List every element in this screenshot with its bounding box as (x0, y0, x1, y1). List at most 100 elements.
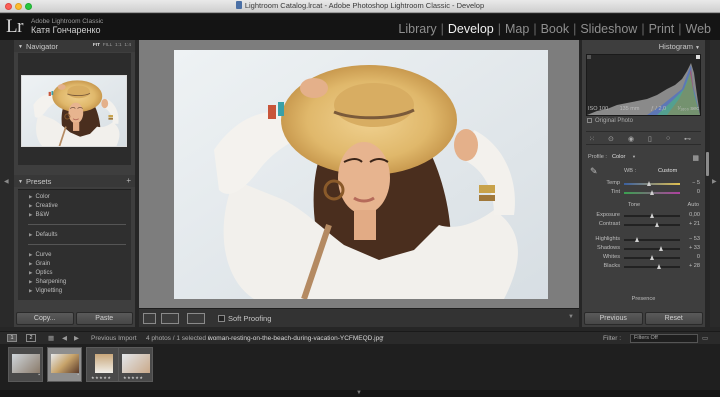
reset-button[interactable]: Reset (644, 312, 703, 325)
loupe-view-icon[interactable] (143, 313, 156, 324)
preset-group-curve[interactable]: ▶ Curve (29, 252, 51, 258)
filmstrip-bar: 1 2 ▦ ◀ ▶ Previous Import 4 photos / 1 s… (0, 331, 720, 344)
adjustment-brush-tool-icon[interactable]: ⊷ (684, 135, 691, 143)
module-map[interactable]: Map (502, 22, 532, 36)
presets-header[interactable]: ▼ Presets + (14, 175, 135, 187)
shadows-slider[interactable] (624, 246, 680, 251)
tint-slider-thumb[interactable] (649, 190, 654, 195)
presence-header: Presence (631, 296, 656, 302)
preset-group-optics[interactable]: ▶ Optics (29, 270, 52, 276)
window-2-button[interactable]: 2 (26, 334, 36, 342)
zoom-fill[interactable]: FILL (103, 43, 113, 48)
main-photo[interactable] (174, 50, 548, 299)
forward-arrow-icon[interactable]: ▶ (74, 334, 79, 342)
thumbnail-image (122, 354, 150, 373)
preset-group-vignetting[interactable]: ▶ Vignetting (29, 288, 62, 294)
red-eye-tool-icon[interactable]: ◉ (628, 135, 634, 143)
filmstrip-thumbnail[interactable]: ★★★★★ (86, 347, 121, 382)
navigator-thumbnail[interactable] (21, 75, 127, 147)
wb-select[interactable]: Custom (658, 168, 677, 174)
grid-view-icon[interactable]: ▦ (48, 334, 54, 342)
right-panel-scrollbar[interactable] (706, 152, 709, 176)
blacks-slider-thumb[interactable] (657, 264, 662, 269)
whites-slider-thumb[interactable] (649, 255, 654, 260)
title-bar: Lightroom Catalog.lrcat - Adobe Photosho… (0, 0, 720, 13)
filmstrip-thumbnail[interactable]: ▪ (8, 347, 43, 382)
exposure-slider[interactable] (624, 213, 680, 218)
zoom-fit[interactable]: FIT (93, 43, 100, 48)
previous-settings-button[interactable]: Previous (584, 312, 643, 325)
right-panel-buttons: Previous Reset (582, 310, 705, 327)
filter-select[interactable]: Filters Off (630, 334, 698, 343)
navigator-preview[interactable] (18, 53, 131, 165)
graduated-filter-tool-icon[interactable]: ▯ (648, 135, 652, 143)
histogram-header[interactable]: Histogram ▼ (582, 40, 705, 52)
exposure-slider-thumb[interactable] (649, 213, 654, 218)
filmstrip-thumbnail[interactable]: ★★★★★ (118, 347, 153, 382)
rating-stars[interactable]: ★★★★★ (91, 375, 111, 380)
blacks-slider[interactable] (624, 264, 680, 269)
profile-dropdown-icon[interactable]: ▼ (632, 154, 636, 159)
wb-eyedropper-icon[interactable]: ✎ (590, 166, 598, 177)
zoom-1-4[interactable]: 1:4 (124, 43, 131, 48)
left-panel: ▼ Navigator FIT FILL 1:1 1:4 ▼ Presets + ▶… (14, 40, 135, 327)
preset-group-creative[interactable]: ▶ Creative (29, 203, 58, 209)
module-web[interactable]: Web (683, 22, 714, 36)
preset-group-grain[interactable]: ▶ Grain (29, 261, 50, 267)
crop-tool-icon[interactable]: ⁙ (589, 135, 595, 143)
shadows-slider-thumb[interactable] (659, 246, 664, 251)
module-print[interactable]: Print (646, 22, 678, 36)
preset-group-sharpening[interactable]: ▶ Sharpening (29, 279, 66, 285)
window-1-button[interactable]: 1 (7, 334, 17, 342)
filter-lock-icon[interactable]: ▭ (702, 334, 708, 342)
module-library[interactable]: Library (395, 22, 439, 36)
contrast-slider-thumb[interactable] (655, 222, 660, 227)
module-develop[interactable]: Develop (445, 22, 497, 36)
preset-divider (28, 224, 126, 225)
zoom-1-1[interactable]: 1:1 (115, 43, 122, 48)
highlights-slider-thumb[interactable] (634, 237, 639, 242)
preset-group-defaults[interactable]: ▶ Defaults (29, 232, 57, 238)
preset-group-bw[interactable]: ▶ B&W (29, 212, 49, 218)
collapse-left-panel-icon[interactable]: ◀ (4, 178, 9, 185)
whites-slider[interactable] (624, 255, 680, 260)
toolbar-menu-icon[interactable]: ▼ (568, 314, 574, 320)
image-canvas[interactable] (139, 40, 579, 308)
soft-proofing-checkbox[interactable] (218, 315, 225, 322)
auto-tone-button[interactable]: Auto (687, 202, 699, 208)
expand-triangle-icon: ▶ (29, 261, 33, 266)
before-after-view-icon[interactable] (161, 313, 179, 324)
photo-count: 4 photos / 1 selected / (146, 335, 210, 342)
profile-select[interactable]: Color (612, 154, 625, 160)
navigator-header[interactable]: ▼ Navigator FIT FILL 1:1 1:4 (14, 40, 135, 52)
tint-slider[interactable] (624, 190, 680, 195)
before-after-split-icon[interactable] (187, 313, 205, 324)
filename-dropdown-icon[interactable]: ▼ (380, 335, 384, 340)
back-arrow-icon[interactable]: ◀ (62, 334, 67, 342)
paste-settings-button[interactable]: Paste (75, 312, 133, 325)
expand-triangle-icon: ▶ (29, 270, 33, 275)
copy-settings-button[interactable]: Copy... (16, 312, 74, 325)
filmstrip-source[interactable]: Previous Import (91, 335, 137, 342)
collapse-filmstrip-icon[interactable]: ▼ (356, 390, 362, 396)
profile-browser-icon[interactable]: ▦ (692, 154, 699, 162)
temp-slider[interactable] (624, 181, 680, 186)
original-photo-toggle[interactable]: Original Photo (587, 118, 633, 124)
lightroom-window: Lightroom Catalog.lrcat - Adobe Photosho… (0, 0, 720, 397)
highlights-slider[interactable] (624, 237, 680, 242)
collapse-right-panel-icon[interactable]: ▶ (712, 178, 717, 185)
thumbnail-image (51, 354, 79, 373)
contrast-slider[interactable] (624, 222, 680, 227)
expand-triangle-icon: ▶ (29, 212, 33, 217)
module-book[interactable]: Book (538, 22, 573, 36)
module-slideshow[interactable]: Slideshow (577, 22, 640, 36)
rating-stars[interactable]: ★★★★★ (123, 375, 143, 380)
add-preset-icon[interactable]: + (126, 176, 131, 185)
spot-removal-tool-icon[interactable]: ⊙ (608, 135, 614, 143)
filmstrip-thumbnail-selected[interactable]: ▪ (47, 347, 82, 382)
original-photo-checkbox[interactable] (587, 118, 592, 123)
document-icon (235, 1, 242, 9)
temp-slider-thumb[interactable] (646, 181, 651, 186)
radial-filter-tool-icon[interactable]: ○ (666, 135, 670, 142)
preset-group-color[interactable]: ▶ Color (29, 194, 50, 200)
